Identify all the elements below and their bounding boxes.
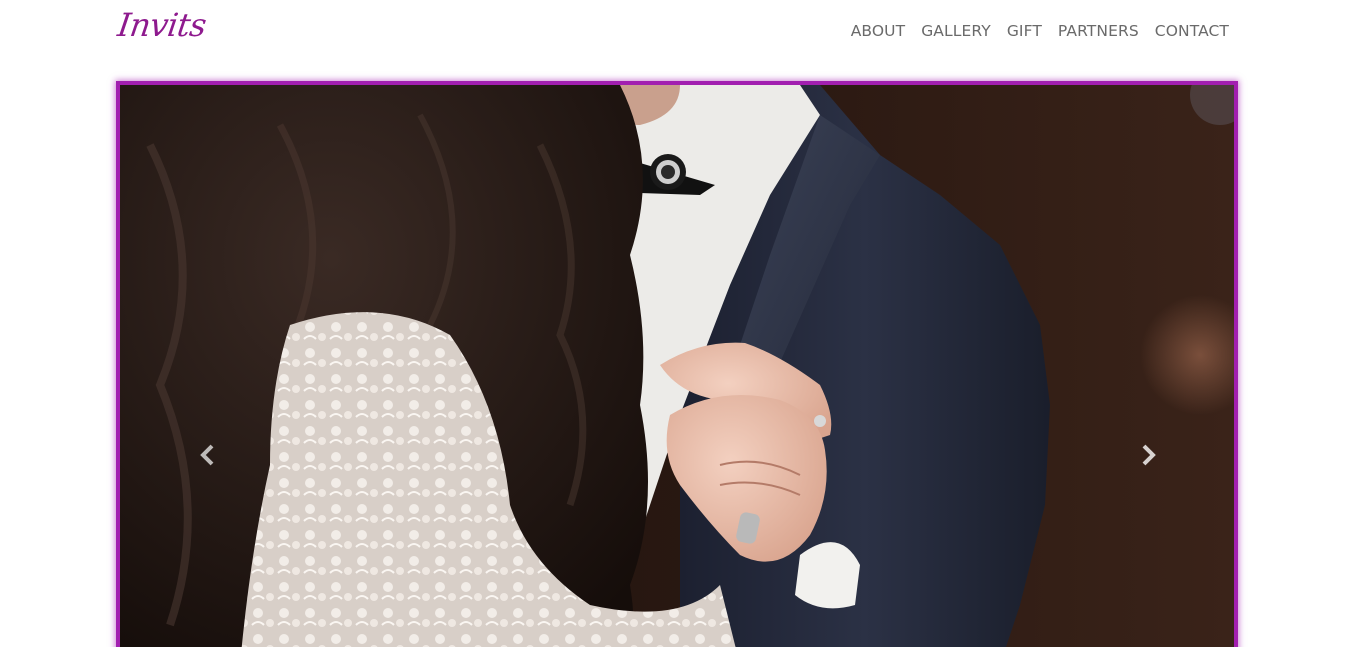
nav-link-gallery[interactable]: GALLERY: [921, 22, 991, 40]
navbar: Invits ABOUT GALLERY GIFT PARTNERS CONTA…: [0, 0, 1345, 64]
carousel-next-button[interactable]: [1135, 441, 1163, 469]
nav-item-about: ABOUT: [851, 22, 905, 41]
nav-link-gift[interactable]: GIFT: [1007, 22, 1042, 40]
wedding-dance-photo: [120, 85, 1234, 647]
chevron-left-icon: [200, 444, 214, 466]
nav-item-gallery: GALLERY: [921, 22, 991, 41]
chevron-right-icon: [1142, 444, 1156, 466]
hero-carousel: [116, 81, 1238, 647]
nav-link-contact[interactable]: CONTACT: [1155, 22, 1229, 40]
carousel-prev-button[interactable]: [193, 441, 221, 469]
page: Invits ABOUT GALLERY GIFT PARTNERS CONTA…: [0, 0, 1345, 647]
nav-item-partners: PARTNERS: [1058, 22, 1139, 41]
nav-link-partners[interactable]: PARTNERS: [1058, 22, 1139, 40]
nav-item-gift: GIFT: [1007, 22, 1042, 41]
brand-logo[interactable]: Invits: [115, 6, 208, 44]
nav-link-about[interactable]: ABOUT: [851, 22, 905, 40]
nav-item-contact: CONTACT: [1155, 22, 1229, 41]
nav-menu: ABOUT GALLERY GIFT PARTNERS CONTACT: [851, 22, 1229, 41]
